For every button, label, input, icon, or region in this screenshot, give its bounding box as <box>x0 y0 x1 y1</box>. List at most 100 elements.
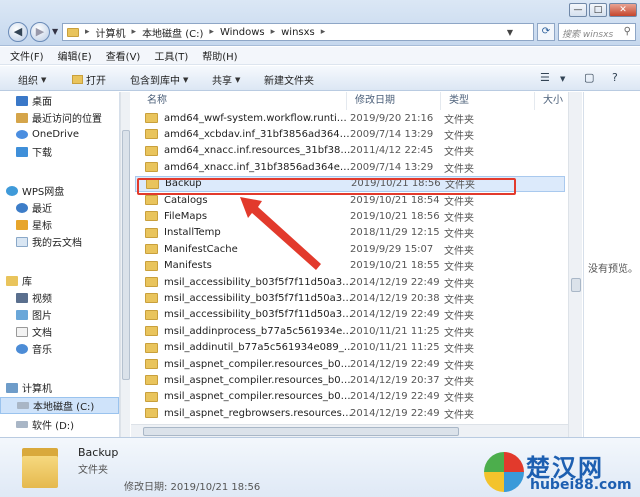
file-row[interactable]: msil_accessibility_b03f5f7f11d50a3a_... 2… <box>135 274 565 290</box>
folder-icon <box>145 129 158 140</box>
navigation-scrollbar[interactable] <box>120 92 130 437</box>
organize-button[interactable]: 组织 ▼ <box>18 72 46 88</box>
nav-item-drive-c[interactable]: 本地磁盘 (C:) <box>0 397 119 414</box>
file-type: 文件夹 <box>444 409 474 421</box>
menu-edit[interactable]: 编辑(E) <box>58 48 92 63</box>
file-name: amd64_wwf-system.workflow.runtime... <box>164 112 354 124</box>
file-row[interactable]: msil_aspnet_compiler.resources_b03f... 20… <box>135 372 565 388</box>
drive-d-icon <box>16 421 28 428</box>
nav-item-recent[interactable]: 最近 <box>0 199 119 216</box>
downloads-icon <box>16 146 28 157</box>
file-row[interactable]: msil_addinutil_b77a5c561934e089_6.1... 20… <box>135 340 565 356</box>
breadcrumb-drive-c[interactable]: 本地磁盘 (C:) <box>142 25 203 40</box>
nav-item-computer[interactable]: 计算机 <box>0 379 119 396</box>
file-row[interactable]: msil_accessibility_b03f5f7f11d50a3a_... 2… <box>135 290 565 306</box>
file-row[interactable]: InstallTemp 2018/11/29 12:15 文件夹 <box>135 225 565 241</box>
scrollbar-thumb[interactable] <box>571 278 581 292</box>
site-watermark: 楚汉网 hubei88.com <box>484 446 640 497</box>
file-row[interactable]: ManifestCache 2019/9/29 15:07 文件夹 <box>135 241 565 257</box>
include-in-library-button[interactable]: 包含到库中 ▼ <box>130 72 188 88</box>
file-row[interactable]: msil_addinprocess_b77a5c561934e08... 2010… <box>135 323 565 339</box>
nav-item-downloads[interactable]: 下载 <box>0 143 119 160</box>
column-header-size[interactable]: 大小 <box>535 92 568 110</box>
file-type: 文件夹 <box>444 262 474 274</box>
nav-item-videos[interactable]: 视频 <box>0 289 119 306</box>
recent-pages-dropdown-icon[interactable]: ▼ <box>52 27 58 36</box>
nav-item-desktop[interactable]: 桌面 <box>0 92 119 109</box>
forward-button[interactable]: ▶ <box>30 22 50 42</box>
folder-icon <box>67 27 79 37</box>
refresh-button[interactable]: ⟳ <box>537 23 555 41</box>
file-row[interactable]: msil_aspnet_compiler.resources_b03f... 20… <box>135 356 565 372</box>
nav-item-wps-cloud[interactable]: WPS网盘 <box>0 182 119 199</box>
menu-file[interactable]: 文件(F) <box>10 48 44 63</box>
menu-tools[interactable]: 工具(T) <box>154 48 188 63</box>
folder-icon <box>145 408 158 419</box>
file-type: 文件夹 <box>444 163 474 175</box>
file-row[interactable]: amd64_wwf-system.workflow.runtime... 2019… <box>135 110 565 126</box>
close-button[interactable]: ✕ <box>609 3 637 17</box>
file-row[interactable]: amd64_xnacc.inf.resources_31bf3856... 201… <box>135 143 565 159</box>
navigation-pane: 桌面 最近访问的位置 OneDrive 下载 WPS网盘 最近 星标 我的云文档… <box>0 92 120 437</box>
open-button[interactable]: 打开 <box>72 72 106 87</box>
column-header-type[interactable]: 类型 <box>441 92 535 110</box>
help-icon[interactable]: ? <box>612 71 618 84</box>
drive-c-icon <box>17 402 29 409</box>
nav-item-drive-d[interactable]: 软件 (D:) <box>0 416 119 433</box>
folder-icon <box>145 195 158 205</box>
file-row[interactable]: FileMaps 2019/10/21 18:56 文件夹 <box>135 208 565 224</box>
file-type: 文件夹 <box>444 344 474 356</box>
file-name: msil_aspnet_regbrowsers.resources_... <box>164 407 354 419</box>
file-row[interactable]: amd64_xnacc.inf_31bf3856ad364e35_... 2009… <box>135 159 565 175</box>
nav-item-libraries[interactable]: 库 <box>0 272 119 289</box>
view-options-icon[interactable]: ☰ <box>540 71 550 84</box>
scrollbar-thumb[interactable] <box>122 130 130 380</box>
file-list-horizontal-scrollbar[interactable] <box>131 424 568 437</box>
preview-pane-icon[interactable]: ▢ <box>584 71 594 84</box>
menu-view[interactable]: 查看(V) <box>106 48 141 63</box>
back-button[interactable]: ◀ <box>8 22 28 42</box>
share-button[interactable]: 共享 ▼ <box>212 72 240 88</box>
nav-item-onedrive[interactable]: OneDrive <box>0 126 119 143</box>
search-input[interactable]: 搜索 winsxs ⚲ <box>558 23 636 41</box>
file-date: 2018/11/29 12:15 <box>350 227 440 239</box>
file-row[interactable]: msil_aspnet_compiler.resources_b03f... 20… <box>135 389 565 405</box>
new-folder-button[interactable]: 新建文件夹 <box>264 72 314 87</box>
file-name: amd64_xcbdav.inf_31bf3856ad364e3... <box>164 128 354 140</box>
file-row[interactable]: msil_aspnet_regbrowsers.resources_... 201… <box>135 405 565 421</box>
column-header-date[interactable]: 修改日期 <box>347 92 441 110</box>
folder-large-icon <box>22 448 58 488</box>
nav-item-cloud-docs[interactable]: 我的云文档 <box>0 233 119 250</box>
search-placeholder: 搜索 winsxs <box>562 30 614 40</box>
address-bar[interactable]: ▸ 计算机 ▸ 本地磁盘 (C:) ▸ Windows ▸ winsxs ▸ ▼ <box>62 23 534 41</box>
details-type: 文件夹 <box>78 465 108 476</box>
minimize-button[interactable]: — <box>569 3 587 17</box>
nav-item-recent-places[interactable]: 最近访问的位置 <box>0 109 119 126</box>
file-type: 文件夹 <box>444 327 474 339</box>
column-header-name[interactable]: 名称 <box>139 92 347 110</box>
file-row[interactable]: amd64_xcbdav.inf_31bf3856ad364e3... 2009/… <box>135 126 565 142</box>
breadcrumb-winsxs[interactable]: winsxs <box>281 27 315 38</box>
file-row[interactable]: Manifests 2019/10/21 18:55 文件夹 <box>135 258 565 274</box>
breadcrumb-computer[interactable]: 计算机 <box>96 25 126 40</box>
folder-icon <box>145 211 158 222</box>
view-dropdown-icon[interactable]: ▼ <box>560 75 565 83</box>
nav-item-music[interactable]: 音乐 <box>0 340 119 357</box>
file-type: 文件夹 <box>444 114 474 126</box>
maximize-button[interactable]: □ <box>589 3 607 17</box>
menu-help[interactable]: 帮助(H) <box>202 48 237 63</box>
file-row[interactable]: msil_accessibility_b03f5f7f11d50a3a_... 2… <box>135 307 565 323</box>
nav-item-documents[interactable]: 文档 <box>0 323 119 340</box>
file-name: msil_addinutil_b77a5c561934e089_6.1... <box>164 342 354 354</box>
folder-icon <box>145 260 158 271</box>
address-dropdown-icon[interactable]: ▼ <box>507 28 513 37</box>
title-bar: — □ ✕ ◀ ▶ ▼ ▸ 计算机 ▸ 本地磁盘 (C:) ▸ Windows … <box>0 0 640 46</box>
scrollbar-thumb[interactable] <box>143 427 459 436</box>
file-list-vertical-scrollbar[interactable] <box>568 92 582 437</box>
clock-icon <box>16 202 28 213</box>
nav-item-starred[interactable]: 星标 <box>0 216 119 233</box>
file-name: amd64_xnacc.inf_31bf3856ad364e35_... <box>164 161 354 173</box>
nav-item-pictures[interactable]: 图片 <box>0 306 119 323</box>
folder-icon <box>145 293 158 304</box>
breadcrumb-windows[interactable]: Windows <box>220 27 265 38</box>
